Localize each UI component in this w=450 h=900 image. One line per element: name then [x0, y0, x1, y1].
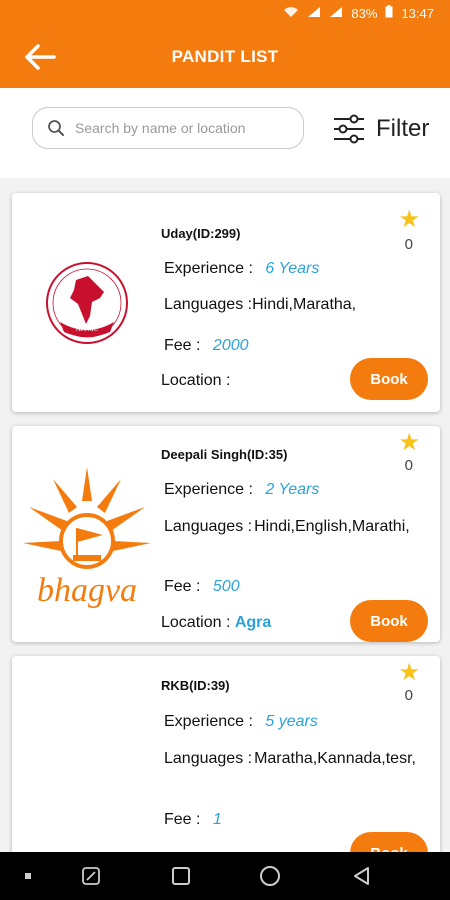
status-bar: 83% 13:47 — [0, 0, 450, 26]
pandit-card[interactable]: AITMC Uday(ID:299) Experience : 6 Years … — [12, 193, 440, 412]
experience-row: Experience : 5 years — [164, 713, 318, 731]
dot-icon — [22, 864, 34, 888]
book-button[interactable]: Book — [350, 600, 428, 642]
languages-row: Languages :Hindi,Maratha, — [164, 296, 356, 314]
location-value: Agra — [234, 614, 272, 631]
back-nav-button[interactable] — [349, 864, 375, 888]
signal-icon-2 — [329, 6, 343, 21]
experience-value: 5 years — [265, 713, 318, 730]
rating-value: 0 — [404, 687, 413, 704]
fee-label: Fee : — [164, 578, 201, 595]
star-icon: ★ — [398, 658, 420, 686]
languages-value: Hindi,Maratha, — [252, 296, 357, 313]
search-input[interactable] — [75, 120, 285, 136]
pandit-name: Deepali Singh(ID:35) — [161, 447, 288, 462]
languages-label: Languages : — [164, 750, 253, 767]
pandit-logo: bhagva — [12, 426, 162, 642]
pandit-card[interactable]: bhagva Deepali Singh(ID:35) Experience :… — [12, 426, 440, 642]
app-bar: PANDIT LIST — [0, 26, 450, 88]
search-icon — [48, 120, 64, 136]
search-row: Filter — [0, 88, 450, 178]
languages-row: Languages : Hindi,English,Marathi, — [164, 516, 436, 538]
pandit-name: Uday(ID:299) — [161, 226, 241, 241]
fee-row: Fee : 1 — [164, 811, 222, 829]
logo-text: bhagva — [37, 572, 137, 609]
logo-text: AITMC — [76, 325, 99, 333]
location-label: Location : — [161, 614, 231, 631]
location-label: Location : — [161, 372, 231, 389]
experience-label: Experience : — [164, 260, 253, 277]
triangle-back-icon — [354, 867, 369, 885]
circle-icon — [260, 866, 280, 886]
star-icon: ★ — [398, 428, 420, 456]
battery-icon — [385, 5, 393, 21]
sliders-icon — [334, 114, 364, 144]
wifi-icon — [283, 6, 299, 21]
fee-row: Fee : 2000 — [164, 337, 249, 355]
filter-button[interactable]: Filter — [332, 110, 429, 148]
rating-value: 0 — [404, 457, 413, 474]
page-title: PANDIT LIST — [171, 47, 279, 66]
rating-value: 0 — [404, 236, 413, 253]
languages-row: Languages : Maratha,Kannada,tesr, — [164, 748, 436, 770]
filter-label: Filter — [376, 115, 430, 142]
fee-value: 500 — [212, 578, 240, 595]
battery-percent: 83% — [351, 5, 378, 21]
pandit-name: RKB(ID:39) — [161, 678, 230, 693]
experience-row: Experience : 2 Years — [164, 481, 319, 499]
recents-button[interactable] — [168, 864, 194, 888]
languages-label: Languages : — [164, 296, 253, 313]
system-nav-bar — [0, 852, 450, 900]
fee-label: Fee : — [164, 811, 201, 828]
experience-row: Experience : 6 Years — [164, 260, 319, 278]
signal-icon — [307, 6, 321, 21]
square-icon — [172, 867, 190, 885]
location-row: Location : — [161, 372, 230, 390]
star-icon: ★ — [398, 205, 420, 233]
experience-label: Experience : — [164, 713, 253, 730]
home-button[interactable] — [257, 864, 283, 888]
screenshot-icon — [82, 867, 100, 885]
experience-label: Experience : — [164, 481, 253, 498]
screenshot-button[interactable] — [78, 864, 104, 888]
pandit-logo: AITMC — [12, 193, 162, 412]
languages-label: Languages : — [164, 518, 253, 535]
experience-value: 6 Years — [265, 260, 320, 277]
fee-row: Fee : 500 — [164, 578, 240, 596]
fee-value: 1 — [212, 811, 222, 828]
experience-value: 2 Years — [265, 481, 320, 498]
fee-value: 2000 — [212, 337, 249, 354]
location-row: Location : Agra — [161, 614, 271, 632]
search-box[interactable] — [32, 107, 304, 149]
clock: 13:47 — [401, 5, 434, 21]
fee-label: Fee : — [164, 337, 201, 354]
book-button[interactable]: Book — [350, 358, 428, 400]
